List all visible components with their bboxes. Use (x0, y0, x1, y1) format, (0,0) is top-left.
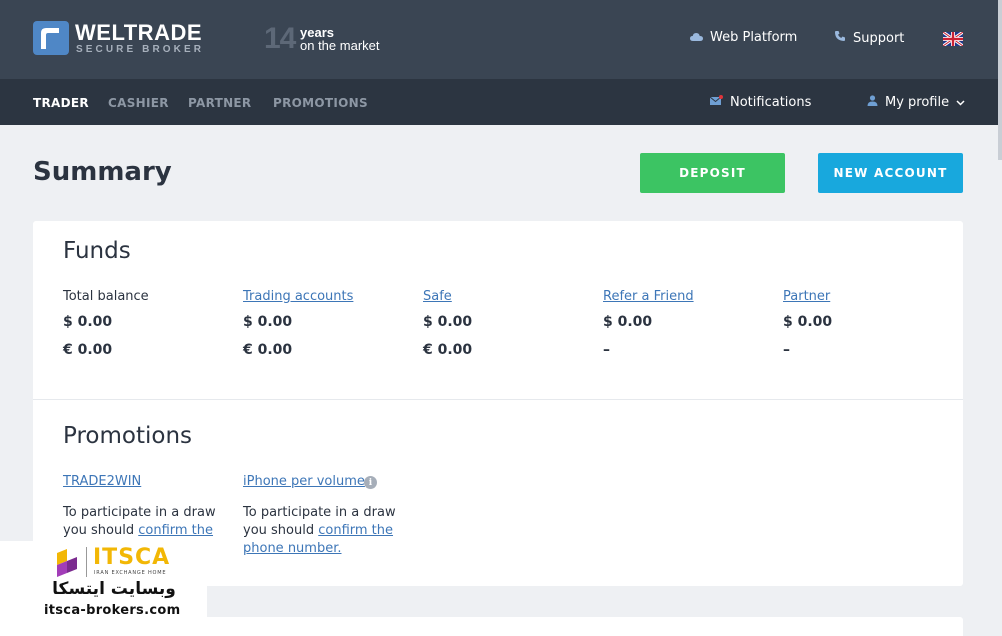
nav-trader[interactable]: TRADER (33, 96, 89, 110)
itsca-url: itsca-brokers.com (44, 603, 181, 618)
itsca-brand: ITSCA (93, 545, 171, 570)
main-nav: TRADER CASHIER PARTNER PROMOTIONS Notifi… (0, 79, 1002, 125)
uk-flag-icon[interactable] (942, 30, 964, 48)
partner-eur: – (783, 342, 790, 358)
envelope-icon (709, 95, 723, 110)
safe-usd: $ 0.00 (423, 314, 473, 330)
funds-link-trading-accounts[interactable]: Trading accounts (243, 289, 353, 304)
deposit-button[interactable]: DEPOSIT (640, 153, 785, 193)
itsca-logo-icon (53, 547, 81, 583)
nav-promotions[interactable]: PROMOTIONS (273, 96, 368, 110)
support-label: Support (853, 30, 905, 46)
refer-a-friend-usd: $ 0.00 (603, 314, 653, 330)
trading-accounts-eur: € 0.00 (243, 342, 293, 358)
notifications-link[interactable]: Notifications (709, 95, 812, 110)
confirm-link[interactable]: confirm the (138, 523, 213, 538)
promo-iphone-link[interactable]: iPhone per volume (243, 474, 365, 489)
notifications-label: Notifications (730, 95, 812, 110)
section-divider (33, 399, 963, 400)
trading-accounts-usd: $ 0.00 (243, 314, 293, 330)
funds-title: Funds (63, 238, 131, 264)
years-sublabel: on the market (300, 38, 380, 53)
chevron-down-icon (956, 95, 965, 110)
funds-link-partner[interactable]: Partner (783, 289, 830, 304)
itsca-farsi-label: وبسایت ایتسکا (52, 579, 176, 599)
profile-menu[interactable]: My profile (867, 95, 965, 110)
promo-trade2win-text: To participate in a draw you should conf… (63, 504, 223, 540)
funds-label-total-balance: Total balance (63, 289, 149, 304)
brand-tagline: SECURE BROKER (76, 44, 205, 55)
funds-link-refer-a-friend[interactable]: Refer a Friend (603, 289, 694, 304)
weltrade-logo-icon[interactable] (33, 21, 69, 55)
itsca-watermark: ITSCA IRAN EXCHANGE HOME وبسایت ایتسکا i… (0, 541, 207, 636)
total-balance-eur: € 0.00 (63, 342, 113, 358)
web-platform-label: Web Platform (710, 30, 798, 45)
funds-link-safe[interactable]: Safe (423, 289, 452, 304)
nav-partner[interactable]: PARTNER (188, 96, 251, 110)
user-icon (867, 95, 878, 110)
total-balance-usd: $ 0.00 (63, 314, 113, 330)
nav-cashier[interactable]: CASHIER (108, 96, 169, 110)
years-number: 14 (264, 22, 296, 55)
promo-iphone-text: To participate in a draw you should conf… (243, 504, 403, 558)
profile-label: My profile (885, 95, 950, 110)
page-scrollbar[interactable] (998, 0, 1002, 160)
phone-icon (834, 30, 846, 46)
refer-a-friend-eur: – (603, 342, 610, 358)
support-link[interactable]: Support (834, 30, 904, 46)
promo-trade2win-link[interactable]: TRADE2WIN (63, 474, 141, 489)
itsca-subtitle: IRAN EXCHANGE HOME (94, 570, 167, 576)
safe-eur: € 0.00 (423, 342, 473, 358)
info-icon[interactable]: i (364, 476, 377, 489)
brand-name[interactable]: WELTRADE (75, 20, 202, 46)
web-platform-link[interactable]: Web Platform (690, 30, 797, 45)
partner-usd: $ 0.00 (783, 314, 833, 330)
top-header: WELTRADE SECURE BROKER 14 years on the m… (0, 0, 1002, 79)
new-account-button[interactable]: NEW ACCOUNT (818, 153, 963, 193)
promotions-title: Promotions (63, 423, 193, 449)
summary-card: Funds Total balance Trading accounts Saf… (33, 221, 963, 586)
page-title: Summary (33, 157, 172, 187)
watermark-separator (86, 547, 87, 577)
cloud-icon (690, 30, 703, 45)
